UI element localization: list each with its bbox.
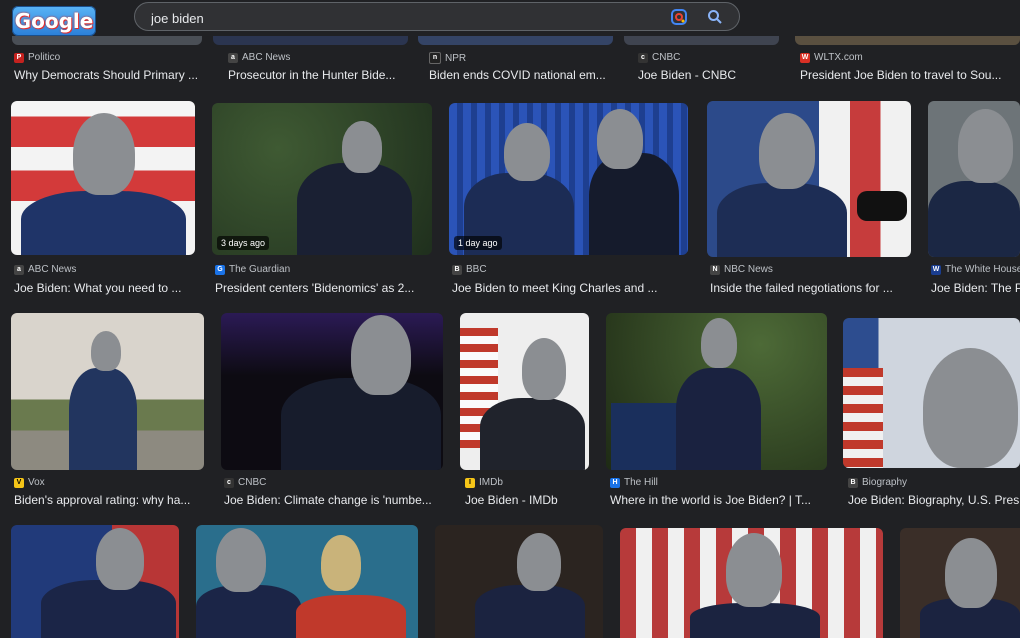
source-favicon-icon: I — [465, 477, 475, 488]
image-thumbnail[interactable] — [435, 525, 603, 638]
result-title[interactable]: Joe Biden - CNBC — [638, 68, 783, 82]
image-thumbnail[interactable] — [795, 36, 1020, 45]
google-doodle-logo[interactable]: Google — [12, 6, 96, 36]
image-thumbnail[interactable]: 3 days ago — [212, 103, 432, 255]
result-title[interactable]: Joe Biden: Climate change is 'numbe... — [224, 493, 444, 507]
result-source: P Politico — [14, 52, 60, 63]
time-badge: 3 days ago — [217, 236, 270, 250]
image-thumbnail[interactable] — [11, 101, 195, 255]
result-title[interactable]: Prosecutor in the Hunter Bide... — [228, 68, 413, 82]
image-thumbnail[interactable] — [620, 528, 883, 638]
result-source: H The Hill — [610, 477, 658, 488]
source-favicon-icon: n — [429, 52, 441, 64]
image-thumbnail[interactable] — [707, 101, 911, 257]
result-title[interactable]: Biden's approval rating: why ha... — [14, 493, 204, 507]
image-thumbnail[interactable] — [928, 101, 1020, 257]
logo-text: Google — [14, 9, 94, 33]
image-thumbnail[interactable] — [843, 318, 1020, 468]
image-thumbnail[interactable] — [900, 528, 1020, 638]
image-thumbnail[interactable] — [213, 36, 408, 45]
source-favicon-icon: W — [931, 264, 941, 275]
source-favicon-icon: a — [228, 52, 238, 63]
result-title[interactable]: Joe Biden: The P — [931, 281, 1020, 295]
source-favicon-icon: V — [14, 477, 24, 488]
image-thumbnail[interactable] — [221, 313, 443, 470]
source-favicon-icon: B — [452, 264, 462, 275]
search-box[interactable] — [134, 2, 740, 31]
result-source: B BBC — [452, 264, 487, 275]
result-title[interactable]: Where in the world is Joe Biden? | T... — [610, 493, 828, 507]
result-title[interactable]: President Joe Biden to travel to Sou... — [800, 68, 1010, 82]
result-source: B Biography — [848, 477, 907, 488]
result-title[interactable]: Joe Biden to meet King Charles and ... — [452, 281, 687, 295]
image-thumbnail[interactable]: 1 day ago — [449, 103, 688, 255]
result-source: a ABC News — [228, 52, 290, 63]
source-favicon-icon: H — [610, 477, 620, 488]
result-source: G The Guardian — [215, 264, 290, 275]
source-favicon-icon: P — [14, 52, 24, 63]
image-thumbnail[interactable] — [418, 36, 613, 45]
source-favicon-icon: a — [14, 264, 24, 275]
image-thumbnail[interactable] — [196, 525, 418, 638]
result-source: W WLTX.com — [800, 52, 863, 63]
image-thumbnail[interactable] — [11, 525, 179, 638]
result-title[interactable]: Inside the failed negotiations for ... — [710, 281, 910, 295]
source-favicon-icon: G — [215, 264, 225, 275]
result-title[interactable]: Why Democrats Should Primary ... — [14, 68, 204, 82]
result-source: N NBC News — [710, 264, 773, 275]
result-source: n NPR — [429, 52, 466, 64]
result-source: c CNBC — [638, 52, 680, 63]
result-source: I IMDb — [465, 477, 503, 488]
image-thumbnail[interactable] — [12, 36, 202, 45]
image-thumbnail[interactable] — [460, 313, 589, 470]
result-source: c CNBC — [224, 477, 266, 488]
result-source: a ABC News — [14, 264, 76, 275]
result-title[interactable]: Joe Biden: What you need to ... — [14, 281, 199, 295]
header: Google — [0, 0, 1020, 36]
google-lens-icon[interactable] — [671, 9, 687, 25]
source-favicon-icon: c — [224, 477, 234, 488]
image-thumbnail[interactable] — [624, 36, 779, 45]
result-title[interactable]: Joe Biden: Biography, U.S. Presi — [848, 493, 1020, 507]
result-title[interactable]: President centers 'Bidenomics' as 2... — [215, 281, 430, 295]
result-source: V Vox — [14, 477, 45, 488]
source-favicon-icon: c — [638, 52, 648, 63]
image-thumbnail[interactable] — [606, 313, 827, 470]
source-favicon-icon: N — [710, 264, 720, 275]
result-title[interactable]: Biden ends COVID national em... — [429, 68, 614, 82]
search-icon[interactable] — [707, 9, 723, 25]
time-badge: 1 day ago — [454, 236, 502, 250]
search-input[interactable] — [149, 7, 653, 29]
result-source: W The White House — [931, 264, 1020, 275]
result-title[interactable]: Joe Biden - IMDb — [465, 493, 593, 507]
source-favicon-icon: B — [848, 477, 858, 488]
image-thumbnail[interactable] — [11, 313, 204, 470]
source-favicon-icon: W — [800, 52, 810, 63]
